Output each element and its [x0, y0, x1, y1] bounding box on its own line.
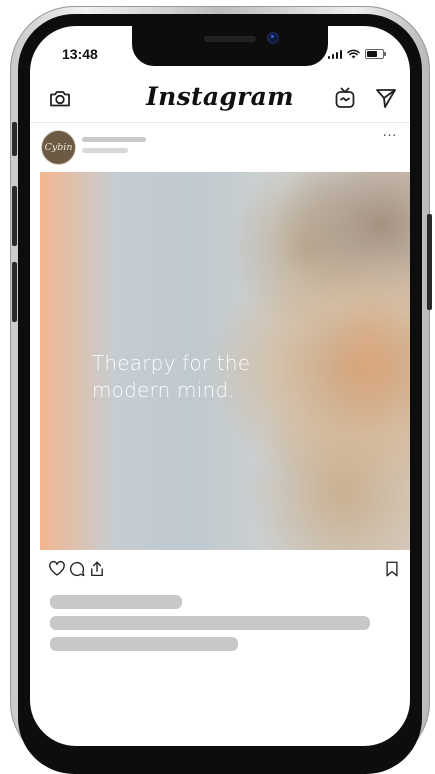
caption-placeholder	[50, 616, 370, 630]
earpiece-speaker	[204, 36, 256, 42]
battery-icon	[365, 49, 386, 59]
power-button	[427, 214, 432, 310]
status-time: 13:48	[62, 46, 98, 62]
tagline-line: Thearpy for the	[92, 351, 251, 375]
tagline-line: modern mind.	[92, 378, 235, 402]
post-header: Cybin …	[30, 123, 410, 169]
caption-placeholder-short	[50, 637, 238, 651]
app-header: Instagram	[30, 74, 410, 123]
avatar[interactable]: Cybin	[41, 130, 76, 165]
comment-icon[interactable]	[68, 560, 88, 580]
front-camera	[267, 32, 279, 44]
status-icons	[327, 49, 386, 59]
avatar-text: Cybin	[44, 142, 73, 153]
location-placeholder	[82, 148, 128, 153]
post-image-tagline: Thearpy for the modern mind.	[92, 350, 322, 404]
bookmark-icon[interactable]	[383, 560, 403, 580]
more-options-icon[interactable]: …	[382, 124, 398, 139]
share-icon[interactable]	[88, 560, 108, 580]
likes-placeholder	[50, 595, 182, 609]
volume-up-button	[12, 186, 17, 246]
heart-icon[interactable]	[48, 560, 68, 580]
wifi-icon	[347, 49, 360, 59]
post-image[interactable]: Thearpy for the modern mind.	[40, 172, 410, 550]
post-actions	[30, 560, 410, 582]
cellular-signal-icon	[327, 49, 342, 59]
phone-screen: 13:48 Instagram Cybin … Thearpy for the …	[30, 26, 410, 746]
username-placeholder	[82, 137, 146, 142]
igtv-icon[interactable]	[333, 86, 357, 110]
notch	[132, 26, 328, 66]
mute-switch	[12, 122, 17, 156]
volume-down-button	[12, 262, 17, 322]
direct-send-icon[interactable]	[374, 86, 398, 110]
